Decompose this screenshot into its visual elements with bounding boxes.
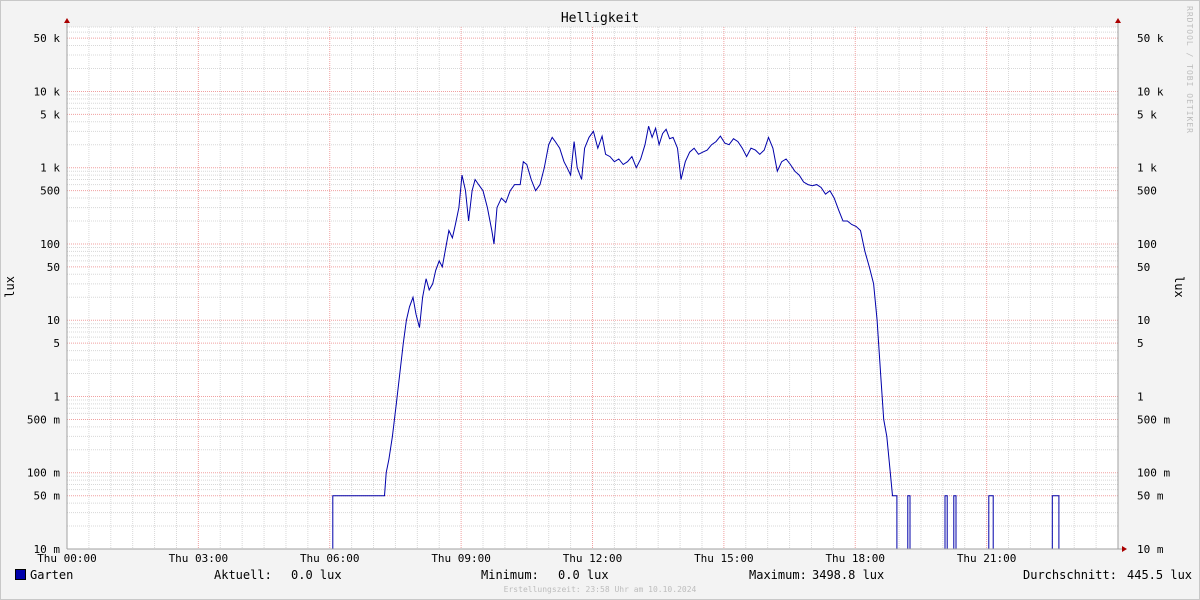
x-tick-label: Thu 03:00 — [169, 552, 229, 565]
y-tick-label-right: 50 — [1137, 261, 1150, 274]
y-axis-arrow-right — [1115, 18, 1121, 23]
y-tick-label-right: 10 — [1137, 314, 1150, 327]
y-tick-label-right: 10 k — [1137, 85, 1164, 98]
x-tick-label: Thu 21:00 — [957, 552, 1017, 565]
y-tick-label-left: 10 k — [34, 85, 61, 98]
creation-time-footer: Erstellungszeit: 23:58 Uhr am 10.10.2024 — [503, 585, 697, 594]
current-value: 0.0 lux — [291, 568, 342, 582]
y-axis-arrow-left — [64, 18, 70, 23]
y-tick-label-left: 50 m — [34, 490, 61, 503]
legend-swatch-garten — [15, 569, 26, 580]
average-label: Durchschnitt: — [1023, 568, 1117, 582]
x-tick-label: Thu 12:00 — [563, 552, 623, 565]
y-tick-label-left: 10 — [47, 314, 60, 327]
x-tick-label: Thu 00:00 — [37, 552, 97, 565]
x-tick-label: Thu 09:00 — [431, 552, 491, 565]
y-tick-label-left: 5 k — [40, 108, 60, 121]
y-tick-label-right: 100 — [1137, 238, 1157, 251]
current-label: Aktuell: — [214, 568, 272, 582]
y-tick-label-left: 1 k — [40, 162, 60, 175]
legend-series-name: Garten — [30, 568, 74, 582]
y-tick-label-right: 500 m — [1137, 413, 1170, 426]
y-tick-label-left: 50 k — [34, 32, 61, 45]
y-tick-label-left: 1 — [53, 390, 60, 403]
y-tick-label-right: 50 k — [1137, 32, 1164, 45]
y-tick-label-right: 100 m — [1137, 467, 1170, 480]
minimum-label: Minimum: — [481, 568, 539, 582]
y-tick-label-left: 500 m — [27, 413, 60, 426]
minimum-value: 0.0 lux — [558, 568, 609, 582]
y-tick-label-right: 50 m — [1137, 490, 1164, 503]
x-axis-arrow — [1122, 546, 1127, 552]
maximum-value: 3498.8 lux — [812, 568, 885, 582]
x-tick-label: Thu 06:00 — [300, 552, 360, 565]
y-tick-label-left: 50 — [47, 261, 60, 274]
chart: 50 k 50 k 10 k 10 k 5 k 5 k 1 k 1 k 500 500 100 100… — [27, 18, 1170, 565]
legend: Garten Aktuell: 0.0 lux Minimum: 0.0 lux… — [0, 567, 1200, 583]
y-tick-label-right: 500 — [1137, 185, 1157, 198]
y-tick-label-right: 10 m — [1137, 543, 1164, 556]
y-tick-label-left: 5 — [53, 337, 60, 350]
y-tick-label-right: 5 — [1137, 337, 1144, 350]
y-tick-label-left: 100 m — [27, 467, 60, 480]
maximum-label: Maximum: — [749, 568, 807, 582]
y-tick-label-right: 1 — [1137, 390, 1144, 403]
y-tick-label-right: 1 k — [1137, 162, 1157, 175]
x-tick-label: Thu 18:00 — [825, 552, 885, 565]
y-tick-label-left: 500 — [40, 185, 60, 198]
y-tick-label-left: 100 — [40, 238, 60, 251]
y-tick-label-right: 5 k — [1137, 108, 1157, 121]
average-value: 445.5 lux — [1127, 568, 1193, 582]
x-tick-label: Thu 15:00 — [694, 552, 754, 565]
